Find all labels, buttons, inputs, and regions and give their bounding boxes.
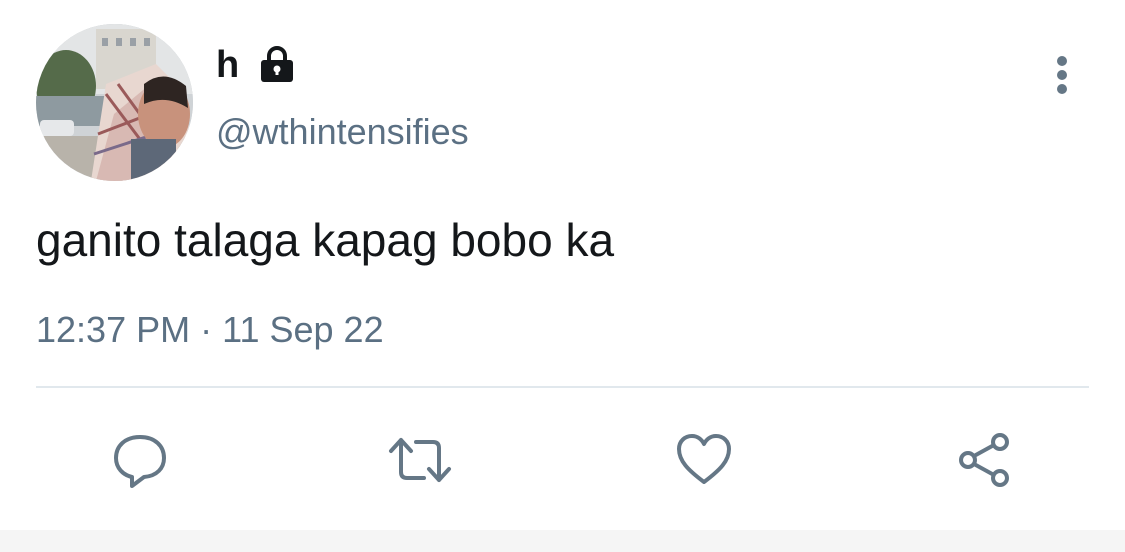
display-name-row: h <box>216 42 297 88</box>
retweet-button[interactable] <box>388 428 452 492</box>
more-options-button[interactable] <box>1040 52 1084 98</box>
like-button[interactable] <box>672 428 736 492</box>
retweet-icon <box>389 438 451 482</box>
tweet-time: 12:37 PM <box>36 309 191 350</box>
bottom-edge <box>0 530 1125 552</box>
tweet-card: h @wthintensifies ganito talaga kapag bo… <box>0 0 1125 552</box>
avatar[interactable] <box>36 24 193 181</box>
display-name[interactable]: h <box>216 42 239 88</box>
reply-icon <box>114 435 166 488</box>
action-bar <box>0 420 1125 500</box>
share-button[interactable] <box>952 428 1016 492</box>
tweet-timestamp[interactable]: 12:37 PM · 11 Sep 22 <box>36 308 384 352</box>
avatar-photo <box>36 24 193 181</box>
user-handle[interactable]: @wthintensifies <box>216 110 469 154</box>
tweet-date: 11 Sep 22 <box>222 309 384 350</box>
reply-button[interactable] <box>108 428 172 492</box>
heart-icon <box>677 434 731 484</box>
divider <box>36 386 1089 388</box>
share-icon <box>959 433 1009 487</box>
more-vertical-icon <box>1057 56 1067 94</box>
meta-separator: · <box>200 309 213 350</box>
tweet-text: ganito talaga kapag bobo ka <box>36 214 615 266</box>
lock-icon <box>257 45 297 85</box>
